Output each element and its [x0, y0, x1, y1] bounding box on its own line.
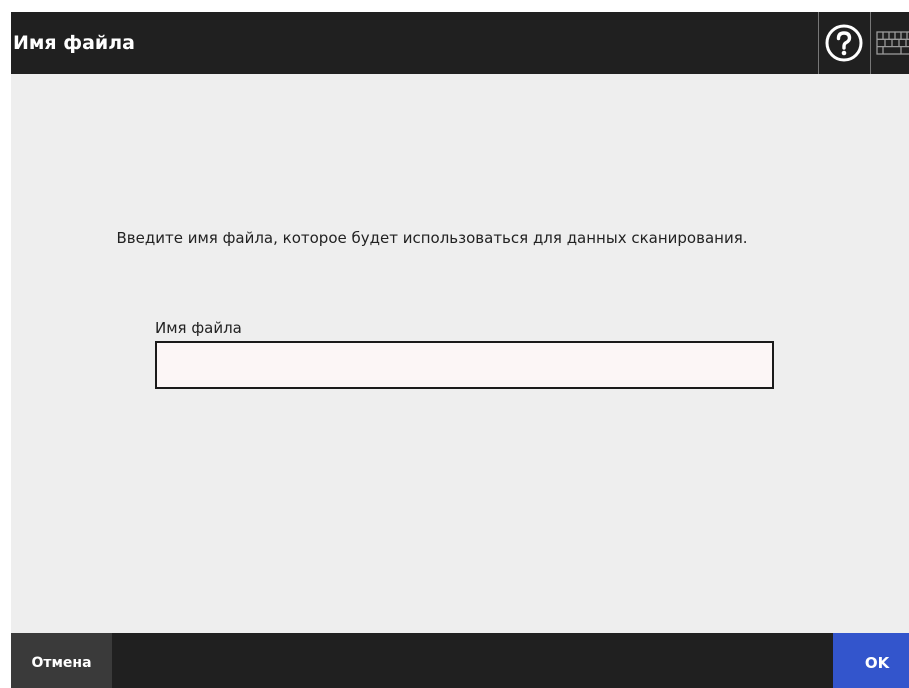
cancel-button[interactable]: Отмена: [11, 633, 112, 688]
footer-bar: Отмена OK: [11, 633, 909, 688]
keyboard-icon: [876, 31, 909, 55]
question-circle-icon: [825, 24, 863, 62]
keyboard-button[interactable]: [871, 12, 909, 74]
file-name-label: Имя файла: [155, 319, 242, 337]
file-name-input[interactable]: [155, 341, 774, 389]
instruction-text: Введите имя файла, которое будет использ…: [116, 229, 748, 247]
file-name-screen: Имя файла Введите имя файла, которое буд…: [11, 12, 909, 688]
ok-button[interactable]: OK: [833, 633, 909, 688]
header-bar: Имя файла: [11, 12, 909, 74]
help-button[interactable]: [819, 12, 869, 74]
page-title: Имя файла: [13, 32, 135, 54]
